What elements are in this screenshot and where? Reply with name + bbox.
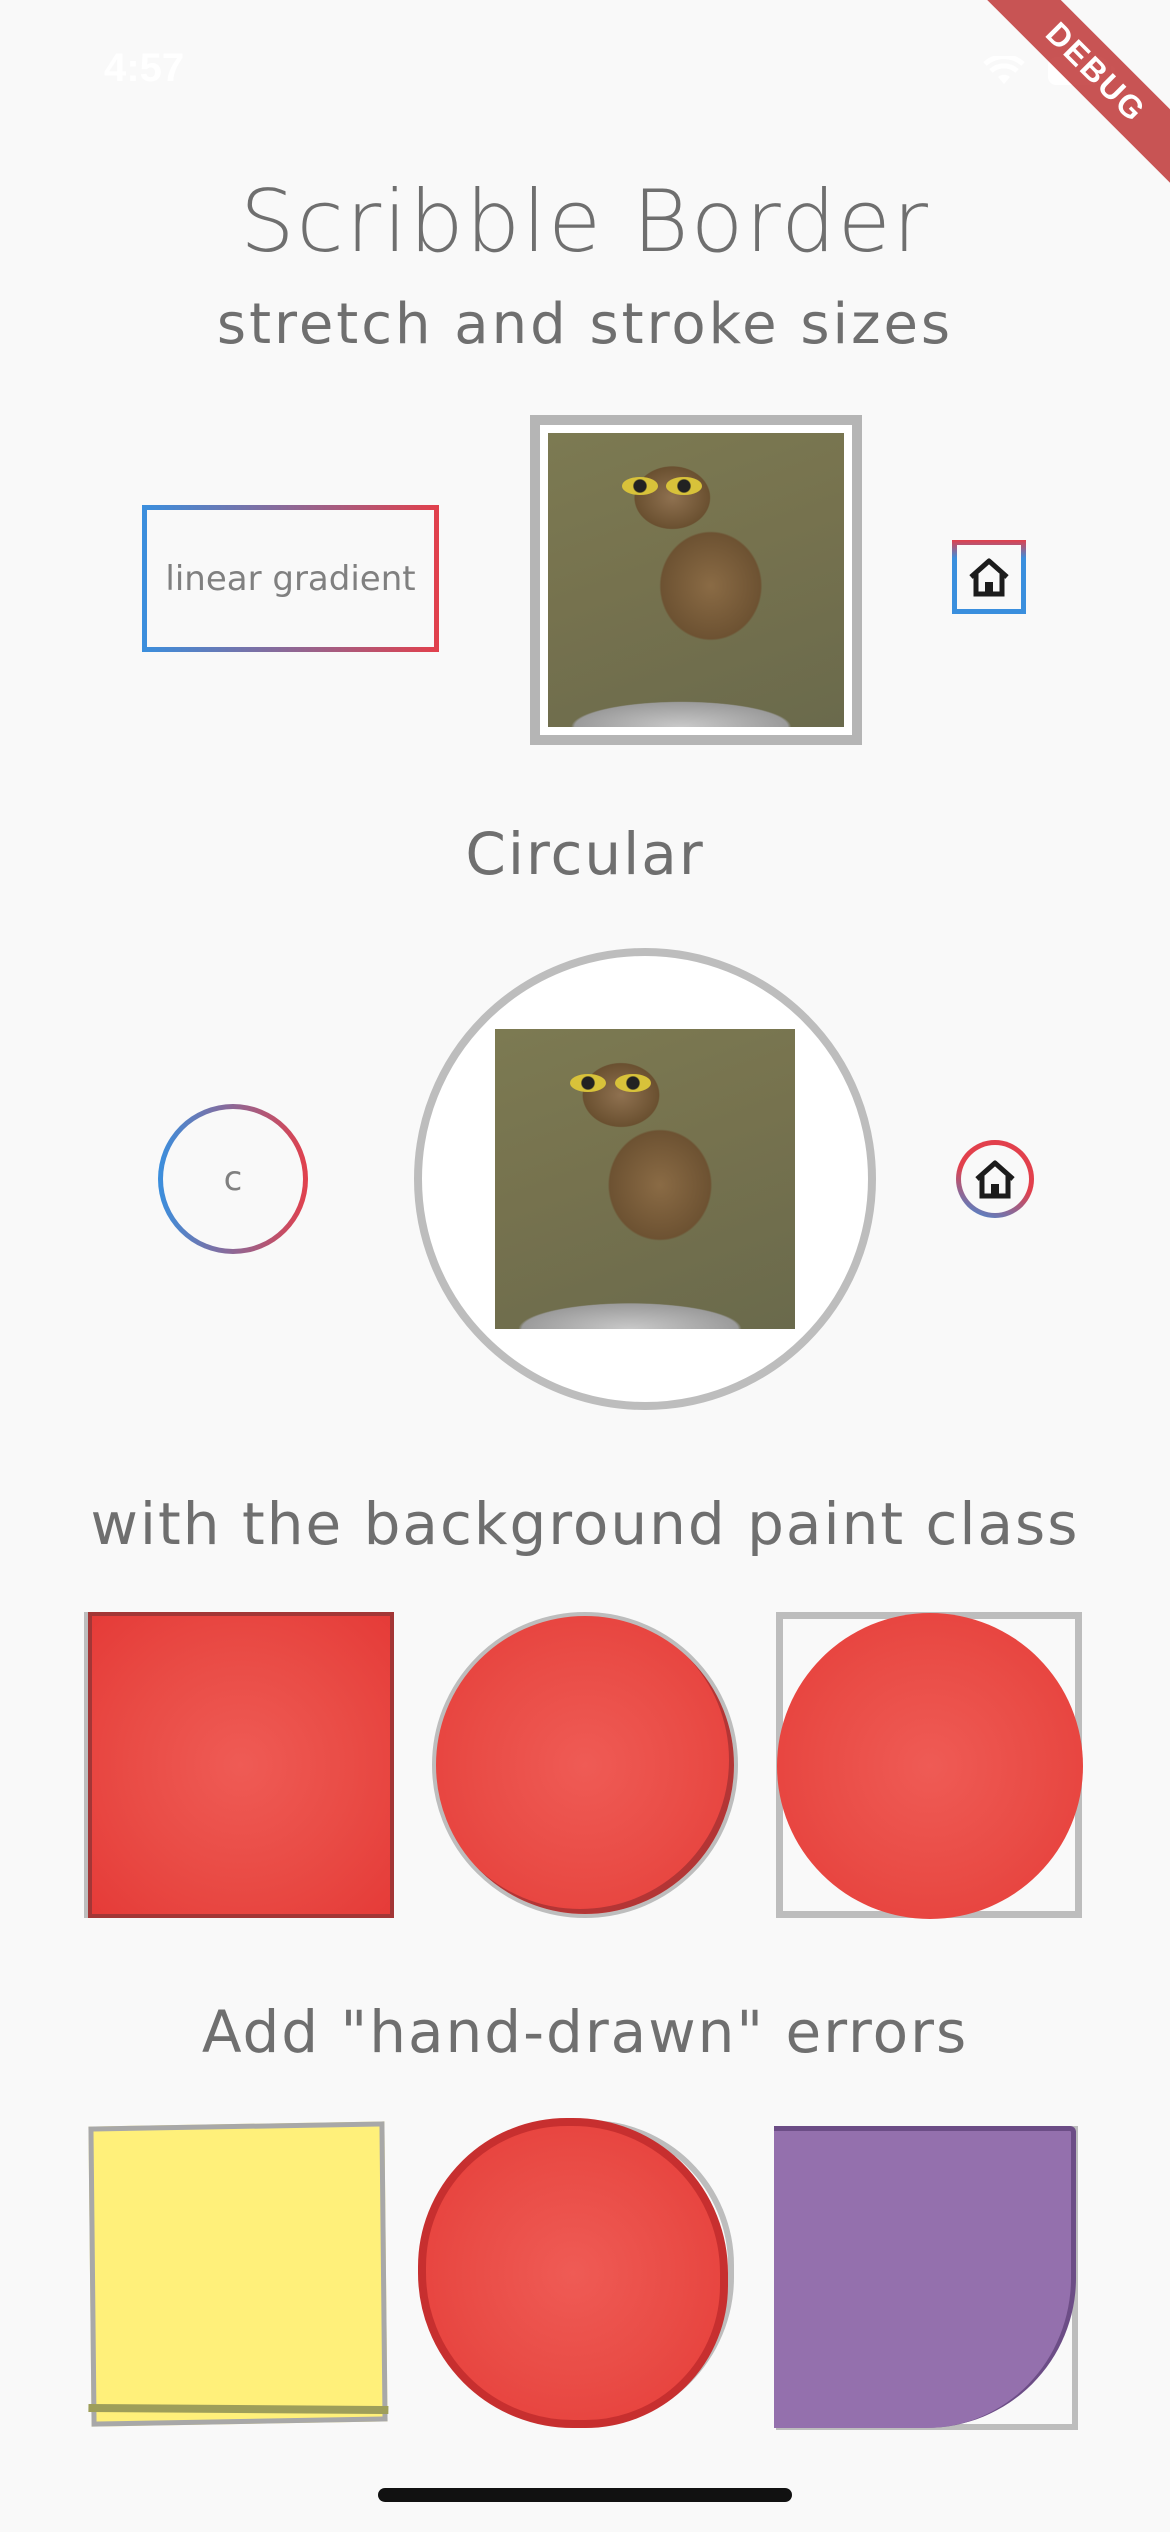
- home-icon: [975, 1160, 1015, 1199]
- gradient-box-label: linear gradient: [165, 558, 416, 599]
- home-indicator[interactable]: [378, 2488, 792, 2502]
- page-subtitle: stretch and stroke sizes: [216, 292, 954, 357]
- red-filled-square: [88, 1612, 394, 1918]
- hand-drawn-errors-heading: Add "hand-drawn" errors: [201, 1998, 969, 2066]
- outlined-square-with-red-circle: [776, 1612, 1083, 1919]
- home-square-button[interactable]: [952, 540, 1026, 614]
- red-sketchy-circle-fill: [418, 2118, 728, 2428]
- owl-photo: [548, 433, 844, 727]
- wifi-icon: [983, 56, 1025, 84]
- red-filled-circle: [777, 1613, 1083, 1919]
- circular-heading: Circular: [465, 820, 705, 888]
- yellow-sketchy-square: [88, 2121, 388, 2427]
- framed-owl-image: [530, 415, 862, 745]
- background-paint-heading: with the background paint class: [90, 1490, 1080, 1558]
- gradient-circle-label: c: [223, 1159, 243, 1199]
- home-circle-button[interactable]: [956, 1140, 1034, 1218]
- status-time: 4:57: [104, 46, 185, 90]
- home-icon: [969, 558, 1009, 597]
- gradient-border-box: linear gradient: [142, 505, 439, 652]
- page-title: Scribble Border: [239, 172, 931, 272]
- gradient-border-circle: c: [158, 1104, 308, 1254]
- owl-photo: [495, 1029, 795, 1329]
- screen: 4:57 DEBUG Scribble Border stretch and s…: [0, 0, 1170, 2532]
- purple-sketchy-shape: [774, 2126, 1076, 2428]
- red-filled-circle: [432, 1612, 738, 1918]
- circular-owl-frame: [414, 948, 876, 1410]
- red-sketchy-circle: [418, 2118, 734, 2428]
